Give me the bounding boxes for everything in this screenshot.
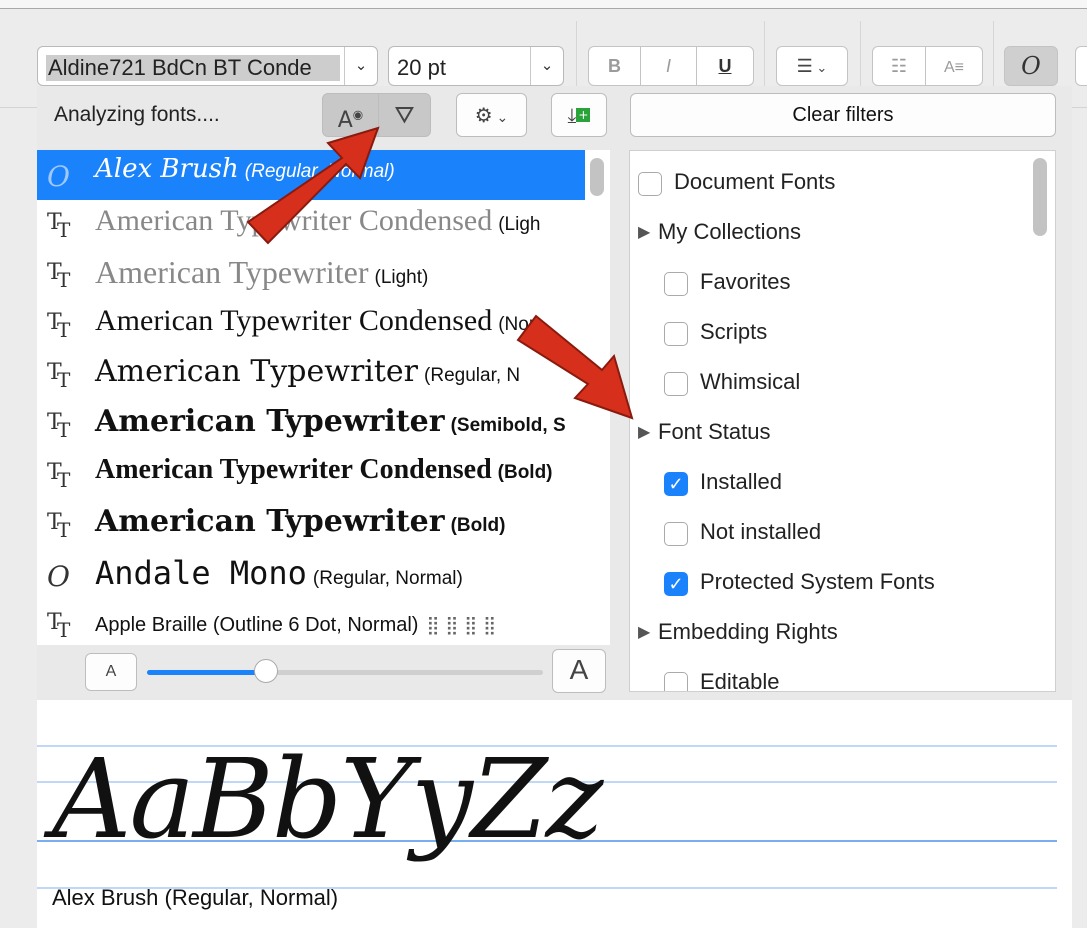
red-arrow-to-font-status xyxy=(516,314,634,420)
annotation-arrows xyxy=(246,126,634,420)
red-arrow-to-filter xyxy=(246,126,380,245)
